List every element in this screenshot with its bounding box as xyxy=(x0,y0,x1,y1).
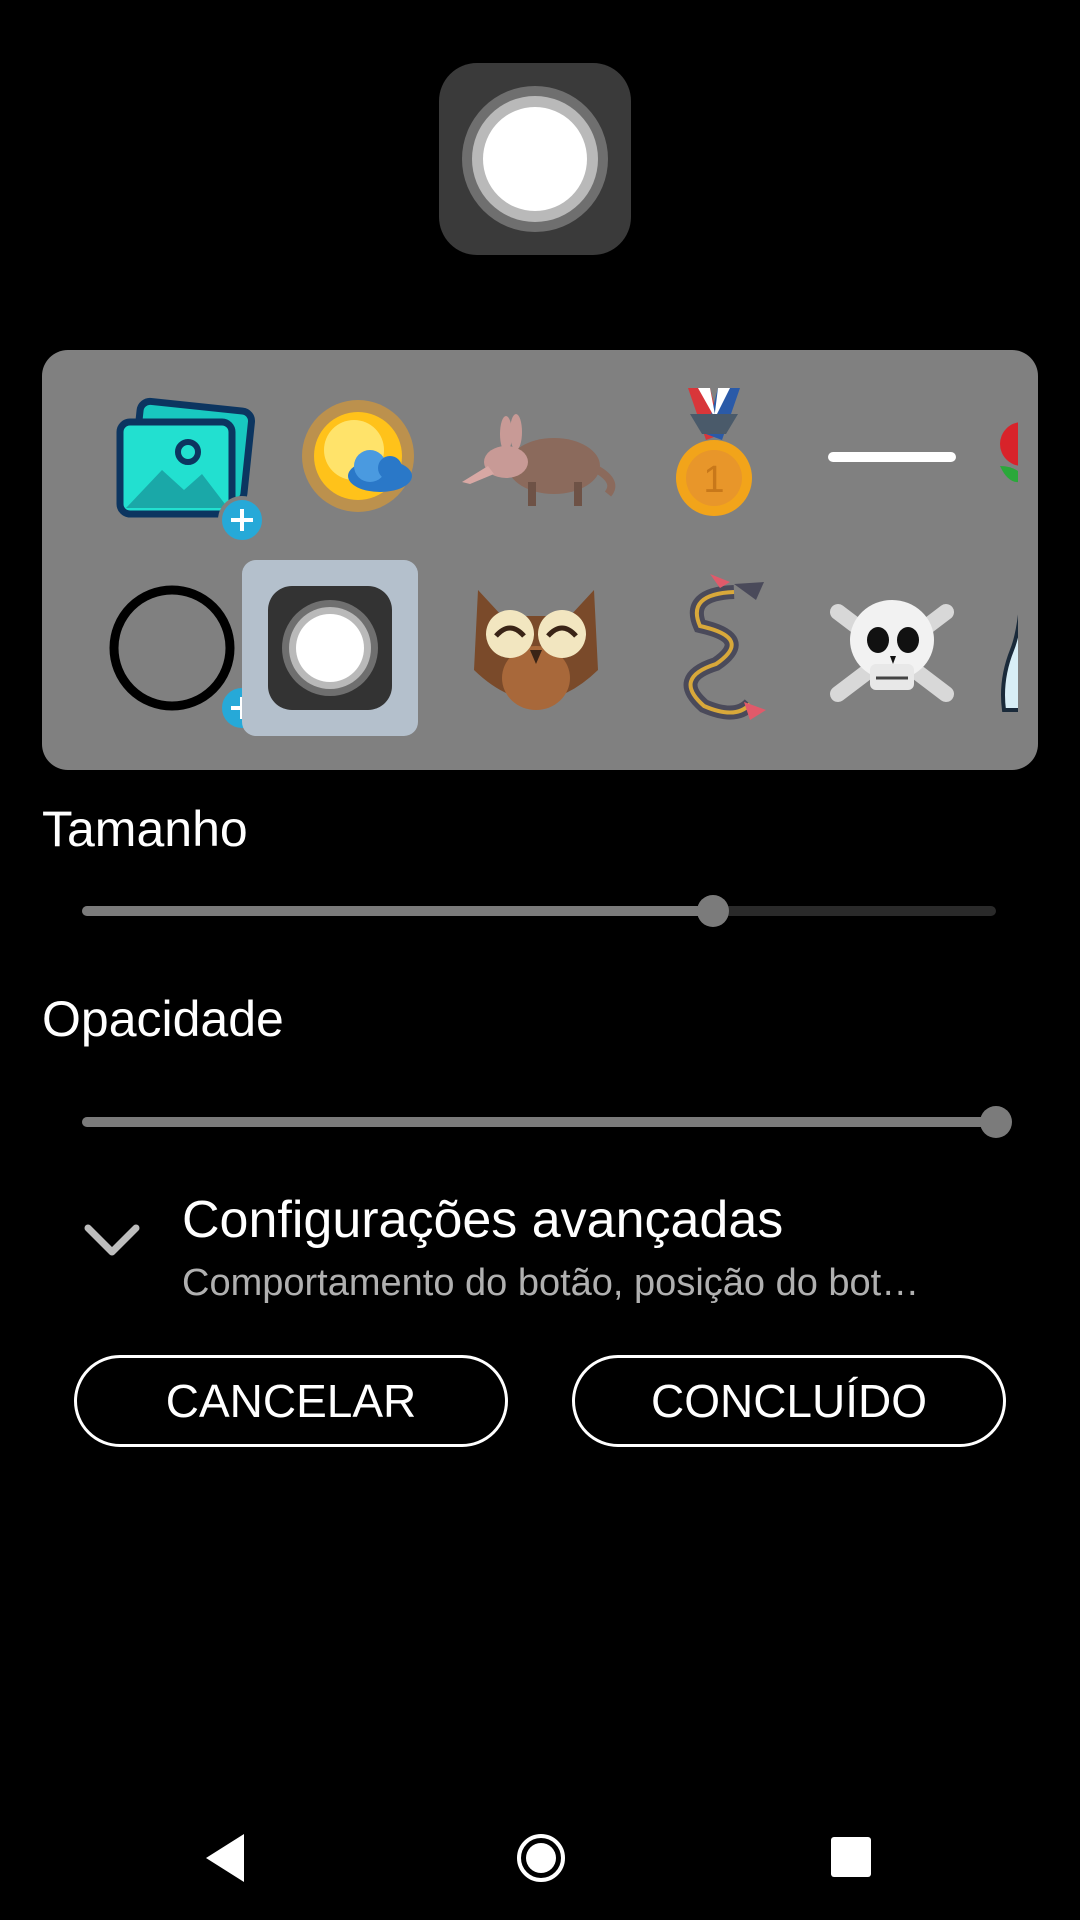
chevron-down-icon xyxy=(82,1220,142,1265)
medal-icon[interactable]: 1 xyxy=(626,370,802,546)
dragon-icon[interactable] xyxy=(626,560,802,736)
advanced-settings-title: Configurações avançadas xyxy=(182,1191,784,1249)
owl-icon[interactable] xyxy=(448,560,624,736)
opacity-track-fill xyxy=(82,1117,996,1127)
home-icon[interactable] xyxy=(515,1832,567,1889)
size-track-fill xyxy=(82,906,713,916)
done-button[interactable]: CONCLUÍDO xyxy=(572,1355,1006,1447)
button-preview xyxy=(439,63,631,255)
svg-text:1: 1 xyxy=(703,459,724,501)
icon-palette[interactable]: 1 xyxy=(42,350,1038,770)
sun-cloud-icon[interactable] xyxy=(270,370,446,546)
advanced-settings-subtitle: Comportamento do botão, posição do bot… xyxy=(182,1262,920,1304)
opacity-slider[interactable] xyxy=(82,1106,1012,1138)
rose-icon[interactable] xyxy=(982,370,1018,546)
back-icon[interactable] xyxy=(200,1830,250,1891)
picture-add-icon[interactable] xyxy=(92,370,268,546)
assistive-button-icon[interactable] xyxy=(242,560,418,736)
line-icon[interactable] xyxy=(804,370,980,546)
opacity-label: Opacidade xyxy=(42,991,284,1047)
size-slider-thumb[interactable] xyxy=(697,895,729,927)
cancel-button[interactable]: CANCELAR xyxy=(74,1355,508,1447)
bottle-icon[interactable] xyxy=(982,560,1018,736)
size-slider[interactable] xyxy=(82,895,996,927)
skull-icon[interactable] xyxy=(804,560,980,736)
navigation-bar xyxy=(0,1800,1080,1920)
recents-icon[interactable] xyxy=(830,1836,872,1883)
size-label: Tamanho xyxy=(42,801,248,857)
opacity-slider-thumb[interactable] xyxy=(980,1106,1012,1138)
aardvark-icon[interactable] xyxy=(448,370,624,546)
